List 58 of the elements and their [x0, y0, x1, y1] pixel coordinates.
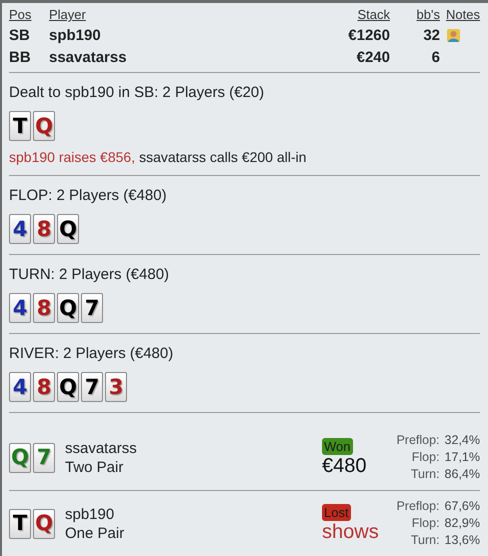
playing-card: Q: [57, 372, 79, 402]
playing-card: 4: [9, 372, 31, 402]
playing-card: Q: [57, 293, 79, 323]
playing-card: 4: [9, 293, 31, 323]
player-name: spb190: [65, 504, 116, 524]
street-title: FLOP: 2 Players (€480): [9, 187, 168, 204]
equity-value: 13,6%: [444, 532, 480, 549]
action-text: ssavatarss calls €200 all-in: [139, 149, 306, 165]
big-blinds-cell: 32: [423, 26, 440, 44]
street-title: Dealt to spb190 in SB: 2 Players (€20): [9, 84, 266, 101]
stack-cell: €240: [356, 48, 390, 66]
playing-card: T: [9, 508, 31, 538]
result-amount: €480: [322, 454, 366, 478]
playing-card: 3: [105, 372, 127, 402]
playing-card: 8: [33, 293, 55, 323]
position-cell: SB: [9, 26, 30, 44]
equity-label: Flop:: [410, 449, 440, 466]
equity-value: 86,4%: [444, 466, 480, 483]
playing-card: 7: [81, 372, 103, 402]
playing-card: 8: [33, 372, 55, 402]
player-name: spb190: [49, 26, 101, 44]
column-header: Stack: [357, 7, 390, 22]
equity-label: Turn:: [410, 532, 440, 549]
person-icon[interactable]: [446, 28, 461, 42]
column-header: Notes: [446, 7, 480, 22]
playing-card: T: [9, 111, 31, 141]
stack-cell: €1260: [348, 26, 390, 44]
equity-label: Flop:: [410, 515, 440, 532]
equity-label: Turn:: [410, 466, 440, 483]
action-text: spb190 raises €856,: [9, 149, 136, 165]
equity-label: Preflop:: [396, 432, 440, 449]
playing-card: Q: [33, 508, 55, 538]
column-header: Pos: [9, 7, 32, 22]
equity-label: Preflop:: [396, 498, 440, 515]
playing-card: 7: [81, 293, 103, 323]
result-badge: Lost: [322, 504, 351, 520]
column-header: bb's: [416, 7, 440, 22]
big-blinds-cell: 6: [432, 48, 440, 66]
equity-value: 82,9%: [444, 515, 480, 532]
equity-value: 32,4%: [444, 432, 480, 449]
result-badge: Won: [322, 438, 352, 454]
playing-card: 7: [33, 442, 55, 472]
result-amount: shows: [322, 520, 379, 544]
hand-rank: Two Pair: [65, 458, 124, 476]
column-header: Player: [49, 7, 86, 22]
hand-rank: One Pair: [65, 524, 126, 542]
playing-card: Q: [33, 111, 55, 141]
position-cell: BB: [9, 48, 31, 66]
street-title: RIVER: 2 Players (€480): [9, 345, 174, 362]
player-name: ssavatarss: [65, 438, 138, 458]
street-title: TURN: 2 Players (€480): [9, 266, 170, 283]
playing-card: 4: [9, 214, 31, 244]
equity-value: 17,1%: [444, 449, 480, 466]
playing-card: 8: [33, 214, 55, 244]
equity-value: 67,6%: [444, 498, 480, 515]
playing-card: Q: [57, 214, 79, 244]
player-name: ssavatarss: [49, 48, 127, 66]
playing-card: Q: [9, 442, 31, 472]
